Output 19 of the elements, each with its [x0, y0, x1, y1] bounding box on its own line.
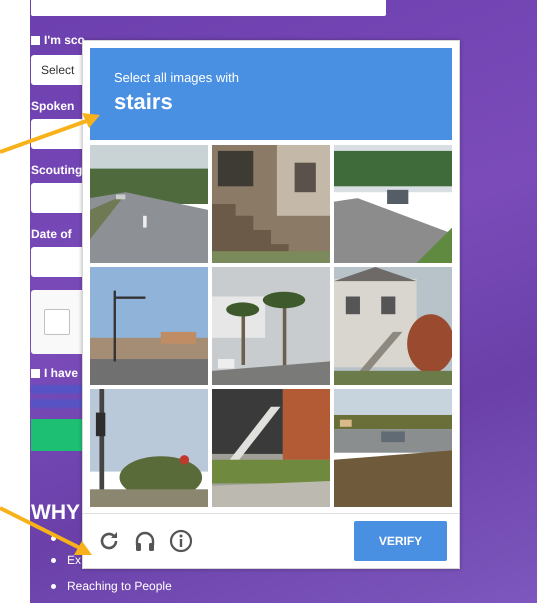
bullet-icon	[51, 558, 56, 562]
input-field[interactable]	[31, 0, 386, 16]
checkbox-label: I have	[44, 366, 78, 380]
checkbox[interactable]	[44, 309, 70, 335]
checkbox[interactable]	[31, 368, 40, 378]
verify-button[interactable]: VERIFY	[354, 521, 447, 561]
field-label: Spoken	[31, 99, 74, 113]
info-icon[interactable]	[169, 529, 193, 553]
list-item: Ex	[67, 553, 82, 567]
instruction-text: Select all images with	[114, 70, 240, 85]
section-heading: WHY	[31, 501, 80, 526]
field-label: Date of	[31, 227, 72, 241]
list-item: Reaching to People	[67, 579, 172, 593]
checkbox[interactable]	[31, 36, 40, 44]
field-label: Scouting	[31, 163, 82, 177]
target-word: stairs	[114, 89, 174, 115]
headphones-icon[interactable]	[133, 529, 157, 553]
bullet-icon	[51, 584, 56, 588]
bullet-icon	[51, 536, 56, 540]
